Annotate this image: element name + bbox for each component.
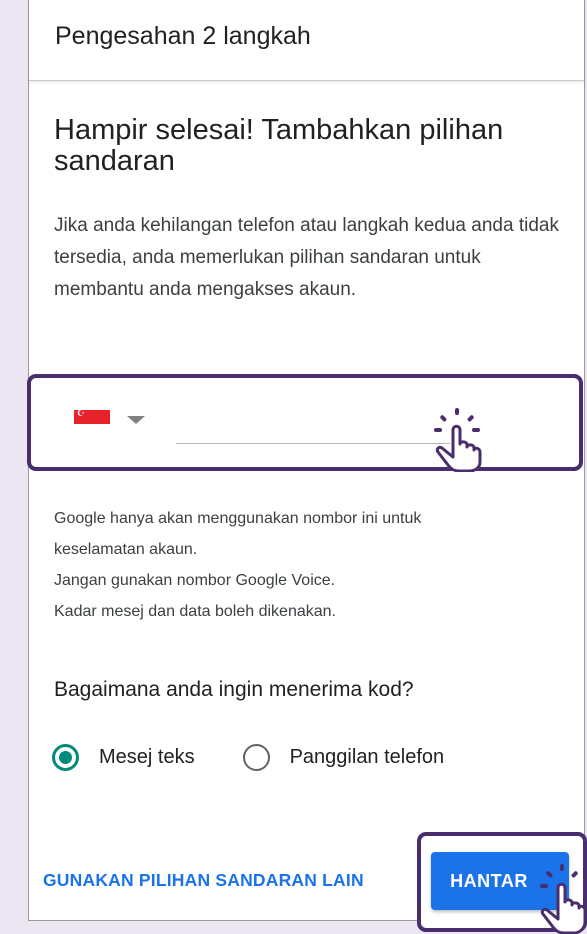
radio-option-phone-call[interactable]: Panggilan telefon [242,743,445,771]
note-line: Kadar mesej dan data boleh dikenakan. [54,603,336,620]
note-line: keselamatan akaun. [54,541,198,558]
pointer-hand-icon [434,408,482,472]
page-title: Pengesahan 2 langkah [55,22,311,50]
section-description: Jika anda kehilangan telefon atau langka… [54,215,559,300]
radio-label: Mesej teks [99,745,195,768]
crescent-stars-icon: ☪ [77,408,86,418]
country-dropdown-icon[interactable] [127,416,145,424]
radio-label: Panggilan telefon [289,745,445,768]
singapore-flag-icon[interactable]: ☪ [74,408,110,424]
backup-option-card: Pengesahan 2 langkah Hampir selesai! Tam… [27,0,587,934]
radio-unselected-icon[interactable] [242,743,270,771]
header-bar: Pengesahan 2 langkah [29,0,584,81]
phone-number-field-highlight: ☪ [27,374,583,472]
radio-selected-icon[interactable] [52,743,79,771]
radio-option-text-message[interactable]: Mesej teks [52,743,195,771]
note-line: Jangan gunakan nombor Google Voice. [54,572,336,589]
other-backup-option-button[interactable]: GUNAKAN PILIHAN SANDARAN LAIN [43,870,364,891]
phone-number-input[interactable] [176,408,450,444]
pointer-hand-icon [540,864,587,934]
code-method-options: Mesej teks Panggilan telefon [52,740,444,774]
code-method-question: Bagaimana anda ingin menerima kod? [54,678,414,701]
submit-button-highlight: HANTAR [417,832,587,934]
section-heading: Hampir selesai! Tambahkan pilihan sandar… [54,114,504,177]
note-line: Google hanya akan menggunakan nombor ini… [54,510,422,527]
phone-usage-notes: Google hanya akan menggunakan nombor ini… [54,503,574,627]
